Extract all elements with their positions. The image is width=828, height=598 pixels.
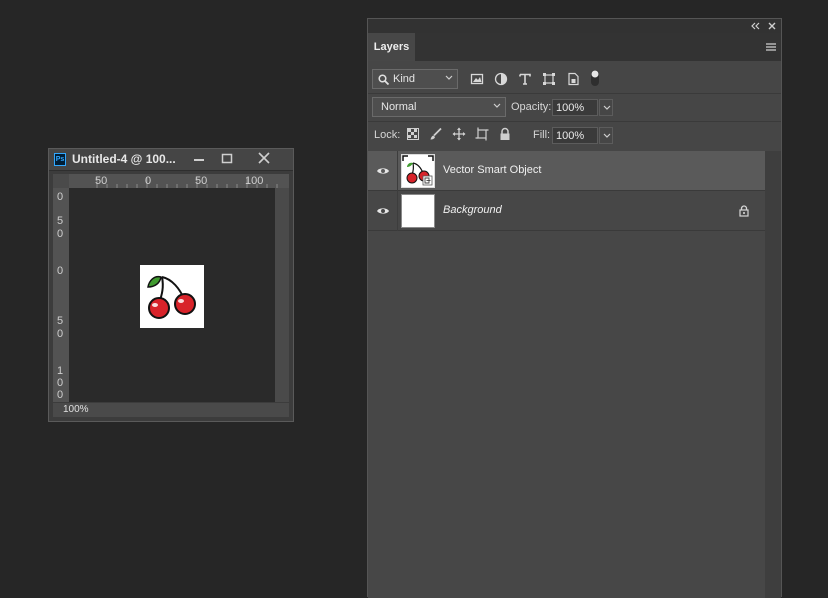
- document-window[interactable]: Ps Untitled-4 @ 100... 50 0 50 100 0 5 0…: [48, 148, 294, 422]
- ruler-label: 0: [57, 328, 64, 340]
- blend-mode-select[interactable]: Normal: [372, 97, 506, 117]
- filter-kind-select[interactable]: Kind: [372, 69, 458, 89]
- lock-icon: [739, 205, 749, 217]
- panel-menu-icon[interactable]: [765, 41, 777, 53]
- type-filter-icon[interactable]: [518, 72, 532, 86]
- search-icon: [378, 74, 389, 85]
- pixel-filter-icon[interactable]: [470, 72, 484, 86]
- ruler-label: 0: [57, 377, 64, 389]
- ruler-label: 0: [57, 389, 64, 401]
- zoom-level[interactable]: 100%: [63, 404, 89, 415]
- opacity-value: 100%: [556, 102, 585, 114]
- fill-label: Fill:: [533, 129, 551, 141]
- filter-kind-value: Kind: [393, 73, 416, 85]
- minimize-button[interactable]: [188, 150, 210, 168]
- lock-transparent-pixels-icon[interactable]: [406, 127, 420, 141]
- collapse-panel-icon[interactable]: [751, 22, 761, 30]
- lock-image-pixels-icon[interactable]: [429, 127, 443, 141]
- chevron-down-icon: [493, 103, 501, 108]
- vertical-scrollbar[interactable]: [275, 188, 289, 402]
- opacity-input[interactable]: 100%: [552, 99, 598, 116]
- opacity-dropdown-button[interactable]: [599, 99, 613, 116]
- adjustment-filter-icon[interactable]: [494, 72, 508, 86]
- vertical-ruler[interactable]: 0 5 0 0 5 0 1 0 0: [53, 174, 69, 402]
- document-status-bar: 100%: [53, 403, 289, 417]
- ruler-label: 0: [57, 228, 64, 240]
- photoshop-icon: Ps: [54, 153, 66, 166]
- document-title: Untitled-4 @ 100...: [72, 152, 176, 166]
- cherry-artwork: [147, 275, 196, 319]
- maximize-icon: [221, 153, 233, 164]
- eye-icon[interactable]: [376, 204, 390, 218]
- chevron-down-icon: [603, 105, 611, 110]
- layer-thumbnail: [401, 194, 435, 228]
- layers-list[interactable]: Vector Smart Object Background: [368, 151, 765, 598]
- layer-name[interactable]: Background: [443, 204, 502, 216]
- lock-artboard-icon[interactable]: [475, 127, 489, 141]
- lock-label: Lock:: [374, 129, 401, 141]
- cherry-thumbnail-icon: [402, 155, 434, 186]
- lock-position-icon[interactable]: [452, 127, 466, 141]
- layers-panel[interactable]: Layers Kind Normal Opacity: 100% Lock: F…: [367, 18, 782, 598]
- fill-dropdown-button[interactable]: [599, 127, 613, 144]
- fill-value: 100%: [556, 130, 585, 142]
- maximize-button[interactable]: [216, 150, 238, 168]
- layers-scrollbar[interactable]: [765, 151, 781, 598]
- chevron-down-icon: [603, 133, 611, 138]
- ruler-label: 5: [57, 315, 64, 327]
- eye-icon[interactable]: [376, 164, 390, 178]
- document-titlebar[interactable]: Ps Untitled-4 @ 100...: [49, 149, 293, 171]
- panel-header-bar[interactable]: [368, 19, 781, 33]
- lock-all-icon[interactable]: [498, 127, 512, 141]
- ruler-label: 0: [145, 175, 152, 187]
- layer-row-background[interactable]: Background: [368, 191, 765, 231]
- blend-mode-value: Normal: [381, 101, 417, 113]
- layer-thumbnail: [401, 154, 435, 188]
- ruler-label: 1: [57, 365, 64, 377]
- canvas-area[interactable]: [69, 188, 275, 402]
- ruler-label: 100: [245, 175, 264, 187]
- ruler-origin[interactable]: [53, 174, 69, 188]
- canvas-document[interactable]: [140, 265, 204, 328]
- horizontal-ruler[interactable]: 50 0 50 100: [53, 174, 289, 188]
- ruler-label: 0: [57, 265, 64, 277]
- close-panel-icon[interactable]: [768, 22, 776, 30]
- panel-tab-bar: Layers: [368, 33, 781, 61]
- ruler-label: 5: [57, 215, 64, 227]
- chevron-down-icon: [445, 75, 453, 80]
- close-icon: [258, 152, 270, 164]
- minimize-icon: [194, 159, 204, 161]
- layer-row-vector-smart-object[interactable]: Vector Smart Object: [368, 151, 765, 191]
- ruler-label: 50: [95, 175, 108, 187]
- shape-filter-icon[interactable]: [542, 72, 556, 86]
- smart-object-filter-icon[interactable]: [566, 72, 580, 86]
- layer-name[interactable]: Vector Smart Object: [443, 164, 541, 176]
- ruler-label: 0: [57, 191, 64, 203]
- tab-layers[interactable]: Layers: [368, 33, 415, 61]
- opacity-label: Opacity:: [511, 101, 552, 113]
- close-button[interactable]: [253, 150, 275, 168]
- filter-toggle-icon[interactable]: [590, 69, 600, 87]
- ruler-label: 50: [195, 175, 208, 187]
- fill-input[interactable]: 100%: [552, 127, 598, 144]
